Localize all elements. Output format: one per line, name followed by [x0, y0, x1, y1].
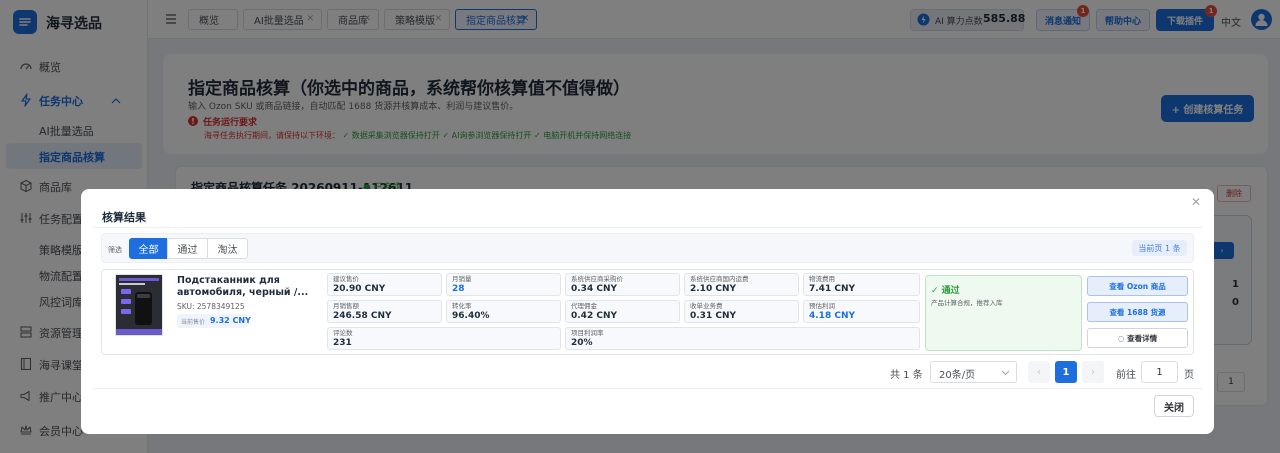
chevron-down-icon	[1001, 370, 1010, 376]
current-price-label: 当前售价	[181, 319, 206, 326]
metric-label: 代理佣金	[571, 302, 597, 310]
metric-label: 月销售额	[333, 302, 359, 310]
metric-monthly-sales: 月销量 28	[446, 273, 561, 296]
pagination-total: 共 1 条	[890, 370, 923, 381]
metric-label: 系统供应商采购价	[571, 275, 623, 283]
metric-value: 20%	[571, 338, 593, 348]
metric-value: 28	[452, 284, 465, 294]
metric-label: 转化率	[452, 302, 472, 310]
metric-label: 预估利润	[809, 302, 835, 310]
metric-value: 2.10 CNY	[690, 284, 736, 294]
product-name: Подстаканник для автомобиля, черный /...	[177, 275, 309, 298]
filter-bar	[101, 233, 1194, 263]
metric-supplier-price: 系统供应商采购价 0.34 CNY	[565, 273, 680, 296]
metric-profit-margin: 项目利润率 20%	[565, 327, 920, 350]
metric-value: 20.90 CNY	[333, 284, 386, 294]
goto-page-input[interactable]	[1141, 361, 1178, 383]
metric-agent-commission: 代理佣金 0.42 CNY	[565, 300, 680, 323]
metric-review-count: 评论数 231	[327, 327, 561, 350]
view-details-button[interactable]: ◌ 查看详情	[1087, 328, 1188, 348]
metric-label: 评论数	[333, 329, 353, 337]
metric-suggested-price: 建议售价 20.90 CNY	[327, 273, 442, 296]
metric-logistics-fee: 物流费用 7.41 CNY	[803, 273, 920, 296]
metric-label: 系统供应商国内运费	[690, 275, 749, 283]
verdict-title: ✓ 通过	[931, 286, 960, 296]
modal-title: 核算结果	[102, 211, 146, 224]
metric-value: 0.31 CNY	[690, 311, 736, 321]
metric-label: 物流费用	[809, 275, 835, 283]
filter-label: 筛选	[108, 246, 122, 254]
metric-value: 231	[333, 338, 352, 348]
metric-label: 月销量	[452, 275, 472, 283]
metric-value: 0.42 CNY	[571, 311, 617, 321]
metric-label: 收单业务费	[690, 302, 723, 310]
filter-reject[interactable]: 淘汰	[207, 238, 248, 259]
prev-page-button[interactable]: ‹	[1028, 361, 1050, 383]
goto-unit: 页	[1184, 370, 1194, 381]
metric-value: 0.34 CNY	[571, 284, 617, 294]
product-thumbnail	[115, 274, 163, 336]
metric-estimated-profit: 预估利润 4.18 CNY	[803, 300, 920, 323]
close-modal-button[interactable]: 关闭	[1154, 395, 1194, 417]
divider	[92, 227, 1203, 228]
metric-value: 96.40%	[452, 311, 490, 321]
metric-label: 建议售价	[333, 275, 359, 283]
metric-monthly-revenue: 月销售额 246.58 CNY	[327, 300, 442, 323]
metric-conversion-rate: 转化率 96.40%	[446, 300, 561, 323]
current-price-value: 9.32 CNY	[210, 316, 251, 325]
metric-value: 246.58 CNY	[333, 311, 392, 321]
metric-supplier-shipping: 系统供应商国内运费 2.10 CNY	[684, 273, 799, 296]
goto-label: 前往	[1116, 370, 1136, 381]
current-page-badge: 当前页 1 条	[1132, 240, 1187, 256]
metric-value: 4.18 CNY	[809, 311, 855, 321]
verdict-description: 产品计算合规，推荐入库	[931, 299, 1003, 307]
view-ozon-product-button[interactable]: 查看 Ozon 商品	[1087, 276, 1188, 296]
filter-all[interactable]: 全部	[129, 238, 168, 259]
current-page-button[interactable]: 1	[1055, 361, 1077, 383]
product-sku: SKU: 2578349125	[177, 302, 245, 311]
page-size-value: 20条/页	[939, 370, 976, 381]
metric-label: 项目利润率	[571, 329, 604, 337]
page-size-select[interactable]: 20条/页	[930, 361, 1017, 383]
metric-acquiring-fee: 收单业务费 0.31 CNY	[684, 300, 799, 323]
divider	[92, 388, 1203, 389]
close-icon[interactable]: ✕	[1191, 195, 1201, 209]
next-page-button[interactable]: ›	[1082, 361, 1104, 383]
filter-pass[interactable]: 通过	[167, 238, 208, 259]
view-1688-source-button[interactable]: 查看 1688 货源	[1087, 302, 1188, 322]
metric-value: 7.41 CNY	[809, 284, 855, 294]
